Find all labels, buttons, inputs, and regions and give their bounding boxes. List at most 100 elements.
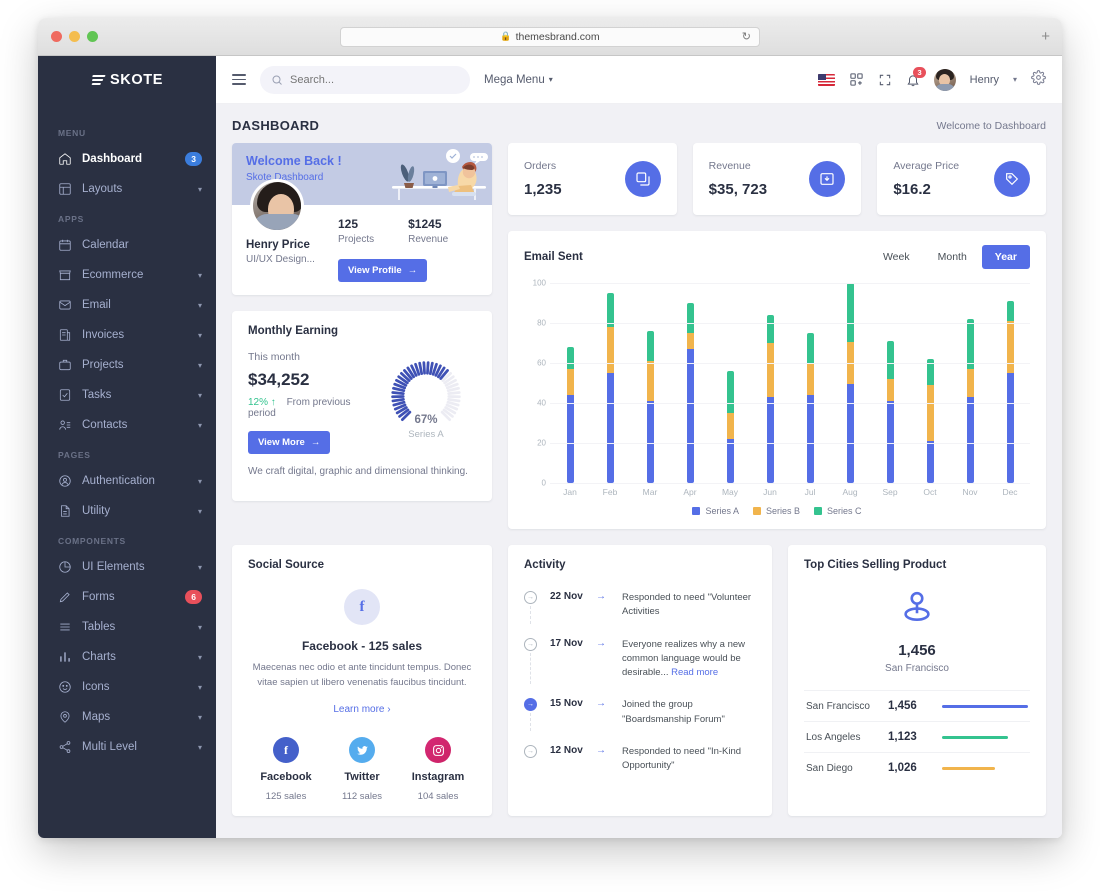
bar-column[interactable]: [550, 283, 590, 483]
close-window-button[interactable]: [51, 31, 62, 42]
bar-column[interactable]: [870, 283, 910, 483]
stat-label: Revenue: [708, 160, 751, 172]
maximize-window-button[interactable]: [87, 31, 98, 42]
network-name: Instagram: [411, 771, 465, 784]
welcome-body: Henry Price UI/UX Design... 125 Projects: [232, 179, 492, 294]
bar-column[interactable]: [670, 283, 710, 483]
activity-text: Responded to need "In-Kind Opportunity": [622, 745, 742, 771]
bar-column[interactable]: [910, 283, 950, 483]
brand-logo[interactable]: SKOTE: [38, 56, 216, 104]
bar-column[interactable]: [830, 283, 870, 483]
sidebar-item-charts[interactable]: Charts ▾: [38, 642, 216, 672]
bar-segment: [966, 369, 974, 397]
network-sales: 112 sales: [342, 791, 382, 803]
activity-item[interactable]: → 15 Nov → Joined the group "Boardsmanship …: [524, 698, 756, 745]
legend-item[interactable]: Series C: [814, 506, 862, 516]
stacked-bar: [606, 293, 614, 483]
activity-item[interactable]: → 22 Nov → Responded to need "Volunteer Act…: [524, 591, 756, 638]
timeline-marker: →: [524, 698, 550, 731]
bar-column[interactable]: [990, 283, 1030, 483]
view-profile-button[interactable]: View Profile →: [338, 259, 428, 282]
user-name[interactable]: Henry: [970, 74, 999, 86]
x-axis: Jan Feb Mar Apr May Jun Jul Aug Sep Oct Nov Dec: [550, 487, 1030, 497]
button-label: View Profile: [348, 265, 402, 276]
social-network-facebook[interactable]: f Facebook 125 sales: [248, 737, 324, 802]
social-source-card: Social Source f Facebook - 125 sales Mae…: [232, 545, 492, 817]
sidebar-item-utility[interactable]: Utility ▾: [38, 496, 216, 526]
gear-icon[interactable]: [1031, 69, 1046, 90]
facebook-icon: f: [344, 589, 380, 625]
sidebar-item-tables[interactable]: Tables ▾: [38, 612, 216, 642]
address-bar[interactable]: 🔒 themesbrand.com ↻: [340, 26, 760, 47]
sidebar-item-dashboard[interactable]: Dashboard 3: [38, 144, 216, 174]
window-controls[interactable]: [51, 31, 98, 42]
sidebar-item-tasks[interactable]: Tasks ▾: [38, 380, 216, 410]
us-flag-icon[interactable]: [817, 73, 835, 86]
activity-text: Joined the group "Boardsmanship Forum": [622, 699, 725, 725]
chevron-down-icon[interactable]: ▾: [1013, 75, 1017, 84]
nav-section-menu: MENU: [58, 128, 86, 138]
bar-segment: [726, 413, 734, 439]
chevron-down-icon: ▾: [197, 742, 202, 752]
sidebar-item-calendar[interactable]: Calendar: [38, 230, 216, 260]
social-network-instagram[interactable]: Instagram 104 sales: [400, 737, 476, 802]
activity-card: Activity → 22 Nov → Responded to need "Volu…: [508, 545, 772, 817]
search-input[interactable]: [260, 65, 470, 94]
network-name: Twitter: [344, 771, 380, 784]
sidebar-item-ecommerce[interactable]: Ecommerce ▾: [38, 260, 216, 290]
fullscreen-icon[interactable]: [878, 73, 892, 87]
sidebar-item-label: UI Elements: [82, 561, 145, 573]
range-year-button[interactable]: Year: [981, 245, 1030, 269]
sidebar-item-email[interactable]: Email ▾: [38, 290, 216, 320]
sidebar-item-ui-elements[interactable]: UI Elements ▾: [38, 552, 216, 582]
sidebar-item-icons[interactable]: Icons ▾: [38, 672, 216, 702]
avatar[interactable]: [933, 68, 956, 91]
sidebar-item-projects[interactable]: Projects ▾: [38, 350, 216, 380]
social-network-twitter[interactable]: Twitter 112 sales: [324, 737, 400, 802]
activity-item[interactable]: → 17 Nov → Everyone realizes why a new comm…: [524, 637, 756, 699]
bar-column[interactable]: [790, 283, 830, 483]
x-tick: Aug: [842, 487, 858, 497]
range-month-button[interactable]: Month: [925, 245, 980, 269]
minimize-window-button[interactable]: [69, 31, 80, 42]
sidebar-item-label: Authentication: [82, 475, 155, 487]
bar-column[interactable]: [950, 283, 990, 483]
bar-segment: [1006, 373, 1014, 483]
bar-segment: [566, 395, 574, 483]
bar-column[interactable]: [750, 283, 790, 483]
sidebar-item-maps[interactable]: Maps ▾: [38, 702, 216, 732]
bar-column[interactable]: [590, 283, 630, 483]
mega-menu-dropdown[interactable]: Mega Menu ▾: [484, 74, 553, 86]
legend-item[interactable]: Series B: [753, 506, 800, 516]
reload-icon[interactable]: ↻: [742, 30, 751, 43]
bar-column[interactable]: [710, 283, 750, 483]
page-title: DASHBOARD: [232, 118, 320, 133]
learn-more-link[interactable]: Learn more ›: [333, 704, 390, 715]
bar-segment: [686, 303, 694, 333]
notification-badge: 3: [913, 66, 926, 78]
view-more-button[interactable]: View More →: [248, 431, 331, 454]
range-week-button[interactable]: Week: [870, 245, 923, 269]
stat-value: 1,235: [524, 181, 562, 198]
sidebar-item-label: Ecommerce: [82, 269, 144, 281]
activity-item[interactable]: → 12 Nov → Responded to need "In-Kind Oppor…: [524, 744, 756, 792]
bar-chart-icon: [58, 650, 72, 664]
sidebar-item-layouts[interactable]: Layouts ▾: [38, 174, 216, 204]
sidebar-item-contacts[interactable]: Contacts ▾: [38, 410, 216, 440]
topbar-actions: 3 Henry ▾: [817, 66, 1046, 91]
plus-icon[interactable]: +: [1041, 28, 1050, 45]
bell-icon[interactable]: 3: [906, 66, 926, 87]
bar-column[interactable]: [630, 283, 670, 483]
read-more-link[interactable]: Read more: [668, 667, 718, 678]
activity-text: Everyone realizes why a new common langu…: [622, 638, 746, 679]
sidebar-item-invoices[interactable]: Invoices ▾: [38, 320, 216, 350]
sidebar-item-label: Maps: [82, 711, 111, 723]
sidebar-item-authentication[interactable]: Authentication ▾: [38, 466, 216, 496]
hamburger-icon[interactable]: [232, 73, 246, 86]
sidebar-item-multi-level[interactable]: Multi Level ▾: [38, 732, 216, 762]
legend-item[interactable]: Series A: [692, 506, 739, 516]
welcome-stat-projects: 125 Projects: [338, 217, 374, 245]
chevron-down-icon: ▾: [197, 712, 202, 722]
sidebar-item-forms[interactable]: Forms 6: [38, 582, 216, 612]
apps-grid-icon[interactable]: [849, 72, 864, 87]
